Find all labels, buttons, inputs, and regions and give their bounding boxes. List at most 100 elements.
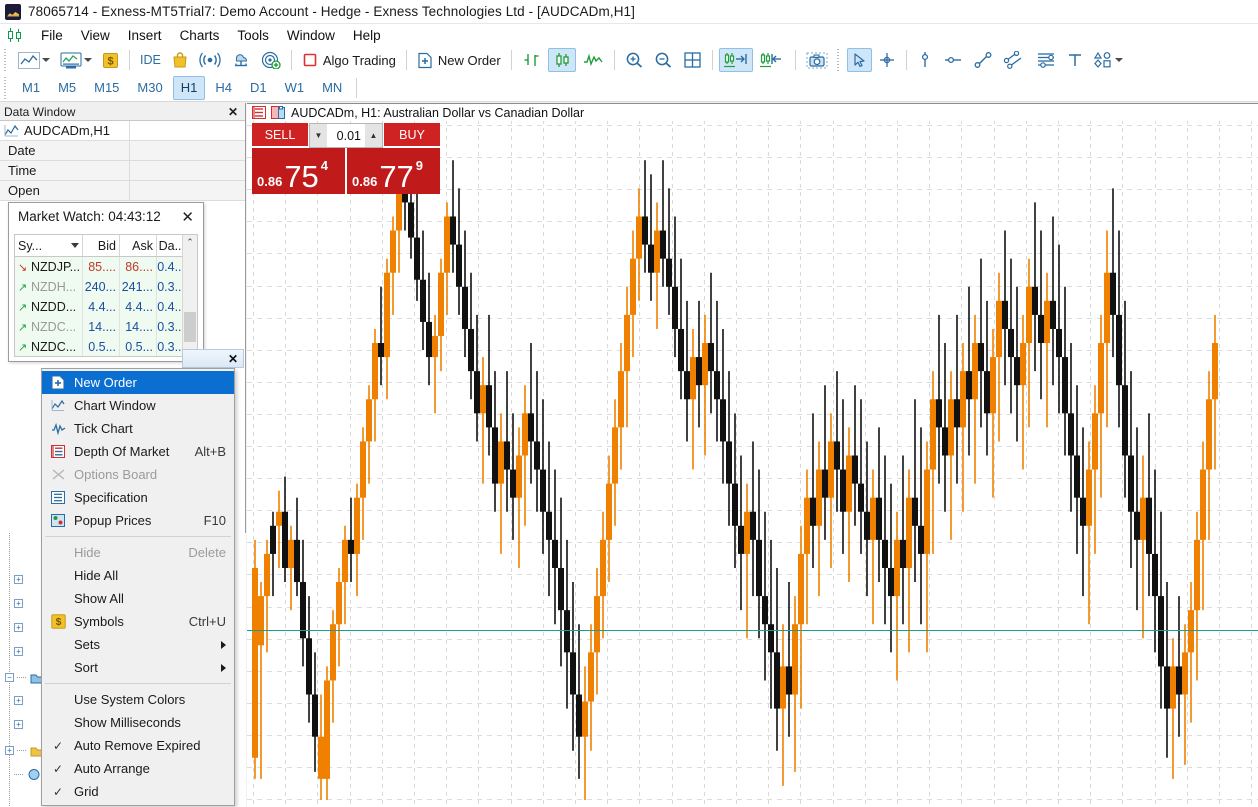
menu-auto-remove-expired[interactable]: ✓ Auto Remove Expired bbox=[42, 734, 234, 757]
menu-show-milliseconds[interactable]: Show Milliseconds bbox=[42, 711, 234, 734]
menu-file[interactable]: File bbox=[32, 26, 72, 45]
menu-symbols[interactable]: $ Symbols Ctrl+U bbox=[42, 610, 234, 633]
market-watch-scrollbar[interactable]: ⌃ bbox=[182, 235, 197, 356]
chart-area[interactable]: AUDCADm, H1: Australian Dollar vs Canadi… bbox=[247, 103, 1258, 807]
timeframe-m5[interactable]: M5 bbox=[50, 76, 84, 100]
templates-button[interactable] bbox=[56, 48, 96, 72]
market-watch-window[interactable]: Market Watch: 04:43:12 ✕ Sy... Bid Ask D… bbox=[8, 202, 204, 362]
panel-tab-strip[interactable]: ✕ bbox=[182, 349, 244, 368]
timeframe-h4[interactable]: H4 bbox=[207, 76, 240, 100]
market-watch-row[interactable]: ↗ NZDC... 14.... 14.... 0.3... bbox=[15, 317, 197, 337]
market-button[interactable] bbox=[167, 48, 193, 72]
market-watch-row[interactable]: ↘ NZDJP... 85.... 86.... 0.4... bbox=[15, 257, 197, 277]
volume-decrease-button[interactable]: ▼ bbox=[310, 124, 327, 147]
horizontal-line-button[interactable] bbox=[939, 48, 967, 72]
market-watch-context-menu[interactable]: New Order Chart Window Tick Chart Depth Of … bbox=[41, 368, 235, 806]
close-icon[interactable]: ✕ bbox=[225, 105, 241, 119]
expand-icon[interactable]: + bbox=[14, 696, 23, 705]
menu-depth-of-market[interactable]: Depth Of Market Alt+B bbox=[42, 440, 234, 463]
vps-button[interactable] bbox=[227, 48, 255, 72]
expand-icon[interactable]: + bbox=[5, 746, 14, 755]
candlestick-chart-button[interactable] bbox=[547, 48, 576, 72]
close-icon[interactable]: ✕ bbox=[228, 352, 238, 366]
auto-scroll-button[interactable] bbox=[718, 48, 753, 72]
menu-grid[interactable]: ✓ Grid bbox=[42, 780, 234, 803]
sell-price[interactable]: 0.86 75 4 bbox=[252, 148, 345, 194]
market-watch-grid[interactable]: Sy... Bid Ask Da... ↘ NZDJP... 85.... 86.… bbox=[14, 234, 198, 357]
tree-node[interactable]: + bbox=[14, 575, 23, 584]
collapse-icon[interactable]: − bbox=[5, 673, 14, 682]
timeframe-h1[interactable]: H1 bbox=[172, 75, 206, 100]
menu-charts[interactable]: Charts bbox=[171, 26, 229, 45]
bar-chart-button[interactable] bbox=[518, 48, 546, 72]
crosshair-button[interactable] bbox=[874, 48, 900, 72]
timeframe-d1[interactable]: D1 bbox=[242, 76, 275, 100]
menu-insert[interactable]: Insert bbox=[119, 26, 171, 45]
chevron-down-icon[interactable] bbox=[84, 58, 92, 62]
expand-icon[interactable]: + bbox=[14, 599, 23, 608]
expand-icon[interactable]: + bbox=[14, 720, 23, 729]
scroll-up-icon[interactable]: ⌃ bbox=[183, 235, 197, 250]
volume-value[interactable]: 0.01 bbox=[327, 124, 365, 147]
new-order-button[interactable]: New Order bbox=[413, 48, 505, 72]
column-header-ask[interactable]: Ask bbox=[120, 235, 157, 256]
signals-button[interactable] bbox=[195, 48, 225, 72]
menu-new-order[interactable]: New Order bbox=[42, 371, 234, 394]
expand-icon[interactable]: + bbox=[14, 575, 23, 584]
buy-price[interactable]: 0.86 77 9 bbox=[347, 148, 440, 194]
menu-popup-prices[interactable]: Popup Prices F10 bbox=[42, 509, 234, 532]
fibonacci-button[interactable] bbox=[1031, 48, 1061, 72]
column-header-symbol[interactable]: Sy... bbox=[15, 235, 83, 256]
chart-shift-button[interactable] bbox=[755, 48, 789, 72]
algo-trading-button[interactable]: Algo Trading bbox=[298, 48, 400, 72]
expand-icon[interactable]: + bbox=[14, 647, 23, 656]
timeframe-m15[interactable]: M15 bbox=[86, 76, 127, 100]
shapes-button[interactable] bbox=[1089, 48, 1127, 72]
tree-node[interactable]: + bbox=[14, 647, 23, 656]
toolbar-grip[interactable] bbox=[2, 76, 10, 99]
menu-tick-chart[interactable]: Tick Chart bbox=[42, 417, 234, 440]
ide-button[interactable]: IDE bbox=[136, 48, 165, 72]
market-watch-row[interactable]: ↗ NZDD... 4.4... 4.4... 0.4... bbox=[15, 297, 197, 317]
sort-descending-icon[interactable] bbox=[71, 243, 79, 248]
menu-sort[interactable]: Sort bbox=[42, 656, 234, 679]
column-header-bid[interactable]: Bid bbox=[83, 235, 120, 256]
menu-use-system-colors[interactable]: Use System Colors bbox=[42, 688, 234, 711]
volume-stepper[interactable]: ▼ 0.01 ▲ bbox=[309, 123, 383, 148]
text-button[interactable] bbox=[1063, 48, 1087, 72]
tree-node[interactable]: + bbox=[14, 599, 23, 608]
line-chart-button[interactable] bbox=[578, 48, 608, 72]
chevron-down-icon[interactable] bbox=[1114, 58, 1123, 62]
cursor-button[interactable] bbox=[846, 48, 872, 72]
chart-properties-icon[interactable] bbox=[271, 106, 286, 119]
menu-window[interactable]: Window bbox=[278, 26, 344, 45]
screenshot-button[interactable] bbox=[802, 48, 832, 72]
sell-button[interactable]: SELL bbox=[252, 123, 308, 148]
menu-sets[interactable]: Sets bbox=[42, 633, 234, 656]
menu-help[interactable]: Help bbox=[344, 26, 390, 45]
timeframe-mn[interactable]: MN bbox=[314, 76, 350, 100]
data-window-icon[interactable] bbox=[252, 106, 266, 119]
symbols-button[interactable]: $ bbox=[98, 48, 123, 72]
menu-chart-window[interactable]: Chart Window bbox=[42, 394, 234, 417]
zoom-in-button[interactable] bbox=[621, 48, 648, 72]
menu-view[interactable]: View bbox=[72, 26, 119, 45]
timeframe-m1[interactable]: M1 bbox=[14, 76, 48, 100]
zoom-out-button[interactable] bbox=[650, 48, 677, 72]
vertical-line-button[interactable] bbox=[913, 48, 937, 72]
timeframe-m30[interactable]: M30 bbox=[129, 76, 170, 100]
tree-node[interactable]: + bbox=[14, 696, 23, 705]
scrollbar-thumb[interactable] bbox=[184, 312, 196, 342]
menu-hide-all[interactable]: Hide All bbox=[42, 564, 234, 587]
menu-auto-arrange[interactable]: ✓ Auto Arrange bbox=[42, 757, 234, 780]
one-click-trading-panel[interactable]: SELL ▼ 0.01 ▲ BUY 0.86 75 4 0.86 77 9 bbox=[252, 123, 440, 194]
volume-increase-button[interactable]: ▲ bbox=[365, 124, 382, 147]
tree-node-expanded[interactable]: − bbox=[5, 671, 44, 684]
buy-button[interactable]: BUY bbox=[384, 123, 440, 148]
toolbar-grip[interactable] bbox=[834, 49, 843, 71]
tree-node[interactable]: + bbox=[14, 623, 23, 632]
toolbar-grip[interactable] bbox=[2, 49, 10, 71]
new-chart-button[interactable] bbox=[14, 48, 54, 72]
chevron-down-icon[interactable] bbox=[42, 58, 50, 62]
expand-icon[interactable]: + bbox=[14, 623, 23, 632]
